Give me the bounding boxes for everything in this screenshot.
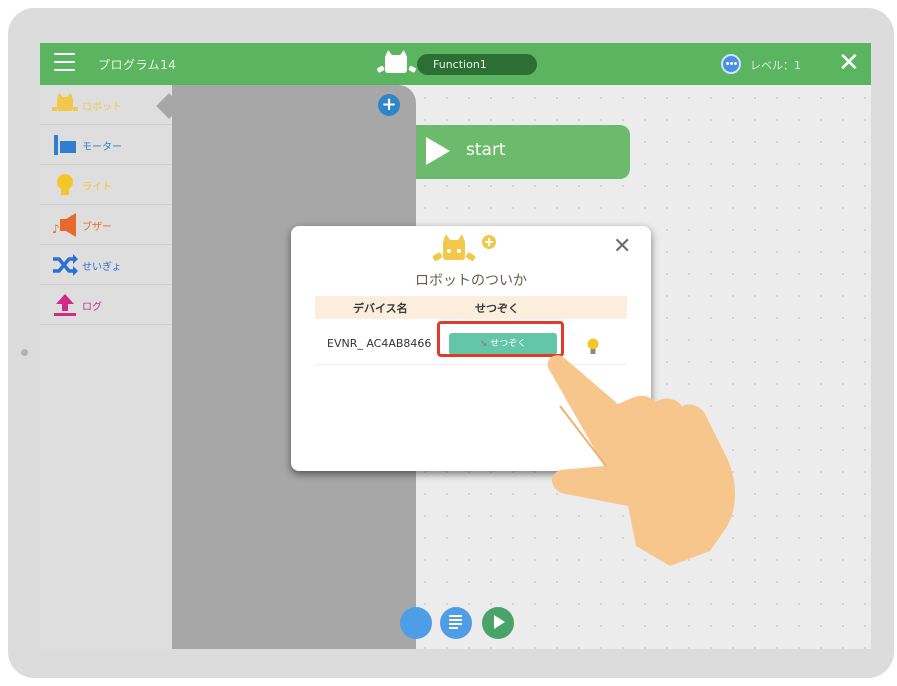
cat-robot-logo-icon — [377, 50, 416, 73]
sidebar-item-buzzer[interactable]: ♪ ブザー — [40, 205, 172, 245]
sidebar-item-control[interactable]: せいぎょ — [40, 245, 172, 285]
sidebar-item-label: ロボット — [82, 102, 122, 113]
sidebar-item-label: ログ — [82, 302, 102, 313]
pointing-hand-icon — [547, 355, 736, 566]
sidebar-item-robot[interactable]: ロボット — [40, 85, 172, 125]
column-header-connect: せつぞく — [475, 302, 519, 315]
bottom-partial-button[interactable] — [400, 607, 432, 639]
add-robot-logo-icon — [432, 234, 496, 261]
add-robot-button[interactable]: + — [378, 94, 400, 116]
sidebar-item-label: ブザー — [82, 222, 112, 233]
sidebar-item-label: せいぎょ — [82, 262, 122, 273]
sidebar-item-motor[interactable]: モーター — [40, 125, 172, 165]
source-button[interactable] — [440, 607, 472, 639]
svg-text:♪: ♪ — [52, 222, 60, 236]
tablet-camera-dot — [21, 349, 28, 356]
play-icon — [426, 137, 450, 165]
sidebar-item-label: ライト — [82, 182, 112, 193]
dialog-title: ロボットのついか — [415, 273, 527, 289]
list-icon — [449, 615, 462, 629]
shuffle-icon — [53, 254, 78, 276]
block-category-sidebar: ロボット モーター ライト ♪ ブザー せいぎょ ログ — [40, 85, 172, 649]
device-table-header: デバイス名 せつぞく — [315, 296, 627, 319]
device-name: EVNR_ AC4AB8466 — [327, 337, 432, 350]
dialog-close-button[interactable]: ✕ — [613, 234, 631, 259]
hamburger-menu-icon[interactable] — [54, 53, 75, 73]
level-icon — [721, 54, 741, 74]
start-block[interactable]: start — [416, 125, 630, 179]
motor-icon — [54, 135, 76, 155]
play-icon — [494, 615, 505, 629]
sidebar-item-log[interactable]: ログ — [40, 285, 172, 325]
buzzer-icon: ♪ — [52, 213, 76, 237]
top-bar: プログラム14 Function1 レベル：1 ✕ — [40, 43, 871, 85]
program-title: プログラム14 — [98, 58, 177, 72]
lightbulb-icon — [57, 174, 73, 195]
sidebar-item-label: モーター — [82, 142, 122, 153]
close-program-button[interactable]: ✕ — [838, 50, 860, 76]
function-name-pill[interactable]: Function1 — [417, 54, 537, 75]
upload-icon — [54, 294, 76, 316]
sidebar-item-light[interactable]: ライト — [40, 165, 172, 205]
start-block-label: start — [466, 140, 506, 160]
level-label: レベル：1 — [750, 59, 801, 72]
column-header-device-name: デバイス名 — [353, 302, 408, 315]
robot-icon — [52, 93, 78, 111]
start-run-button[interactable] — [482, 607, 514, 639]
